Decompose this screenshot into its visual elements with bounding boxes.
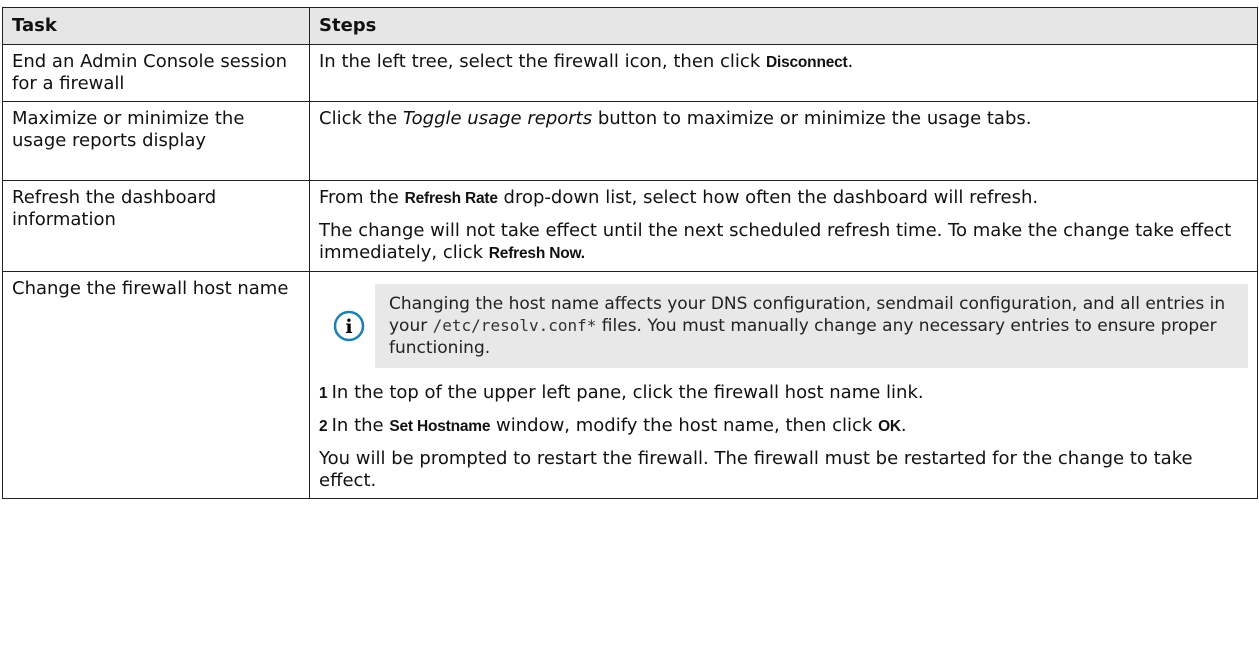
file-path: /etc/resolv.conf*	[432, 316, 597, 335]
table-row: Change the firewall host name i Changing…	[2, 271, 1258, 499]
steps-text: The change will not take effect until th…	[319, 220, 1232, 263]
steps-cell: Click the Toggle usage reports button to…	[309, 101, 1258, 181]
task-cell: Change the firewall host name	[2, 271, 310, 499]
task-cell: Refresh the dashboard information	[2, 180, 310, 272]
steps-text: From the	[319, 187, 405, 208]
steps-cell: From the Refresh Rate drop-down list, se…	[309, 180, 1258, 272]
note-text: Changing the host name affects your DNS …	[375, 284, 1248, 368]
steps-paragraph: From the Refresh Rate drop-down list, se…	[319, 187, 1248, 210]
ui-term-set-hostname: Set Hostname	[389, 418, 491, 435]
info-icon: i	[323, 310, 375, 342]
step-text: In the top of the upper left pane, click…	[331, 382, 924, 403]
header-steps: Steps	[309, 7, 1258, 45]
task-cell: Maximize or minimize the usage reports d…	[2, 101, 310, 181]
ui-term-ok: OK	[878, 418, 901, 435]
note-callout: i Changing the host name affects your DN…	[319, 284, 1248, 368]
header-task: Task	[2, 7, 310, 45]
step-text: window, modify the host name, then click	[490, 415, 879, 436]
steps-text: In the left tree, select the firewall ic…	[319, 51, 766, 72]
steps-text-end: drop-down list, select how often the das…	[497, 187, 1039, 208]
table-row: End an Admin Console session for a firew…	[2, 44, 1258, 102]
step-text-end: .	[900, 415, 907, 436]
ui-term-refresh-rate: Refresh Rate	[404, 190, 498, 207]
steps-text-end: .	[847, 51, 854, 72]
steps-cell: i Changing the host name affects your DN…	[309, 271, 1258, 499]
steps-text-end: button to maximize or minimize the usage…	[592, 108, 1032, 129]
closing-paragraph: You will be prompted to restart the fire…	[319, 448, 1193, 491]
step-number: 1	[319, 385, 328, 402]
steps-paragraph: The change will not take effect until th…	[319, 220, 1248, 265]
table-row: Maximize or minimize the usage reports d…	[2, 101, 1258, 181]
ui-term-toggle-usage-reports: Toggle usage reports	[402, 108, 593, 129]
task-cell: End an Admin Console session for a firew…	[2, 44, 310, 102]
step-number: 2	[319, 418, 328, 435]
ui-term-disconnect: Disconnect	[765, 54, 848, 71]
table-row: Refresh the dashboard information From t…	[2, 180, 1258, 272]
ui-term-refresh-now: Refresh Now.	[488, 245, 585, 262]
steps-text: Click the	[319, 108, 403, 129]
table-header-row: Task Steps	[2, 7, 1258, 45]
step-text: In the	[331, 415, 390, 436]
step-2: 2 In the Set Hostname window, modify the …	[319, 415, 1248, 438]
step-1: 1 In the top of the upper left pane, clic…	[319, 382, 1248, 405]
steps-cell: In the left tree, select the firewall ic…	[309, 44, 1258, 102]
svg-text:i: i	[345, 316, 352, 338]
task-table: Task Steps End an Admin Console session …	[2, 7, 1258, 499]
